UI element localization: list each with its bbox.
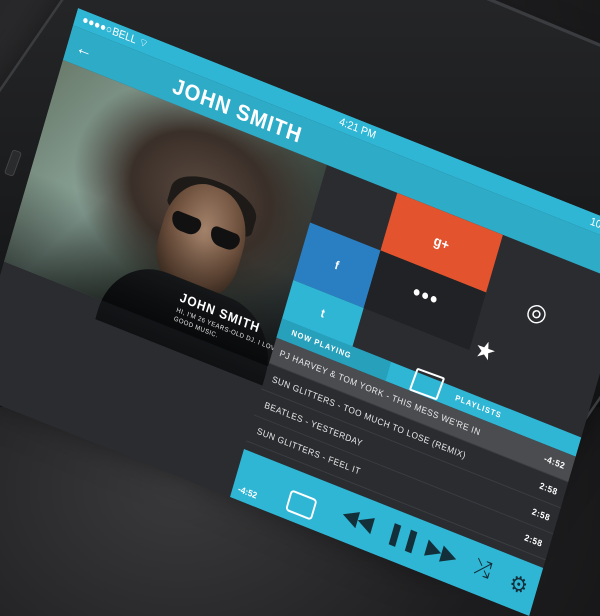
elapsed-time: -4:52 xyxy=(236,483,259,501)
track-time: 2:58 xyxy=(523,532,544,549)
arrow-left-icon[interactable]: ← xyxy=(74,36,95,62)
more-dots-icon: ••• xyxy=(409,278,443,314)
repeat-icon[interactable] xyxy=(285,489,318,521)
previous-button[interactable]: ◀◀ xyxy=(340,501,377,538)
shuffle-icon[interactable]: ⤮ xyxy=(472,553,494,584)
twitter-icon: t xyxy=(319,305,327,321)
next-button[interactable]: ▶▶ xyxy=(423,534,460,571)
google-plus-icon: g+ xyxy=(432,232,452,254)
pause-button[interactable]: ❚❚ xyxy=(384,518,423,556)
facebook-icon: f xyxy=(333,257,341,273)
gear-icon[interactable]: ⚙ xyxy=(506,569,530,601)
